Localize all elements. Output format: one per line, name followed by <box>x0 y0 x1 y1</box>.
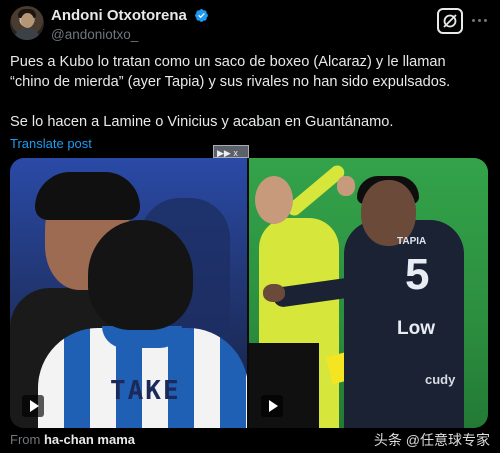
verified-badge-icon <box>195 9 209 23</box>
author-block: Andoni Otxotorena @andoniotxo_ <box>51 7 209 42</box>
avatar[interactable] <box>10 6 44 40</box>
play-icon[interactable] <box>261 395 283 417</box>
tweet-text: Pues a Kubo lo tratan como un saco de bo… <box>10 52 488 132</box>
jersey-sleeve-text: cudy <box>425 372 456 387</box>
tweet-paragraph-2: Se lo hacen a Lamine o Vinicius y acaban… <box>10 114 394 130</box>
player-opponent-hair <box>35 172 140 220</box>
media-source: From ha-chan mama <box>10 432 135 447</box>
referee-hand <box>337 176 355 196</box>
watermark: 头条 @任意球专家 <box>373 432 490 448</box>
jersey-name-tapia: TAPIA <box>397 236 427 247</box>
ad-badge[interactable]: ▶▶ x <box>213 145 249 158</box>
tweet-media[interactable]: TAKE TAPIA 5 Low cudy <box>10 158 488 428</box>
translate-post-link[interactable]: Translate post <box>10 136 92 151</box>
video-left[interactable]: TAKE <box>10 158 247 428</box>
handle[interactable]: @andoniotxo_ <box>51 27 209 42</box>
grok-icon[interactable] <box>437 8 463 34</box>
player-kubo-head <box>88 220 193 330</box>
ad-badge-label: ▶▶ x <box>217 148 238 158</box>
jersey-sponsor: Low <box>397 318 435 339</box>
source-name[interactable]: ha-chan mama <box>44 432 135 447</box>
referee-shorts <box>249 343 319 428</box>
source-prefix: From <box>10 432 41 447</box>
display-name[interactable]: Andoni Otxotorena <box>51 7 187 24</box>
tweet-paragraph-1: Pues a Kubo lo tratan como un saco de bo… <box>10 54 451 90</box>
more-icon[interactable] <box>470 10 490 30</box>
jersey-name-text: TAKE <box>110 376 181 406</box>
video-right[interactable]: TAPIA 5 Low cudy <box>249 158 488 428</box>
tweet-header: Andoni Otxotorena @andoniotxo_ <box>10 6 490 42</box>
referee-head <box>255 176 293 224</box>
jersey-number: 5 <box>405 250 430 299</box>
play-icon[interactable] <box>22 395 44 417</box>
player-hand <box>263 284 285 302</box>
